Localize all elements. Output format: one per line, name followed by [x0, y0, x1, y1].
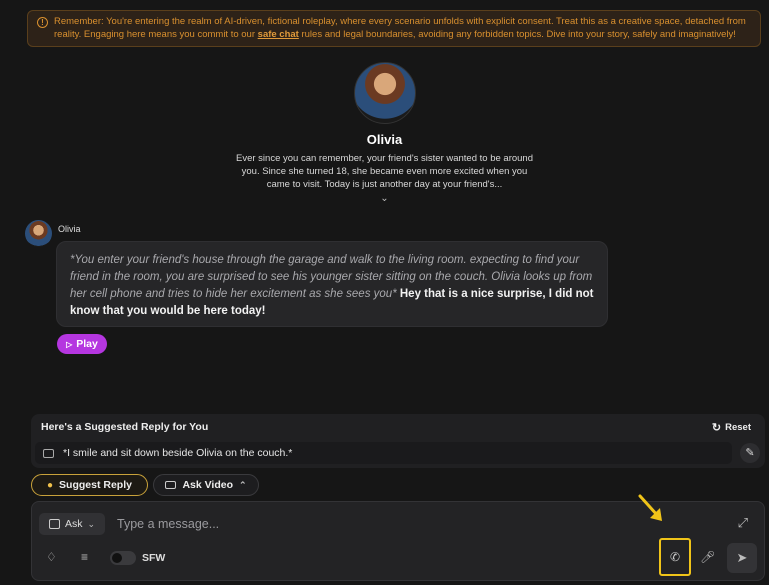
callout-arrow-icon: [638, 494, 662, 521]
ask-dropdown[interactable]: Ask ⌄: [39, 513, 105, 535]
edit-button[interactable]: ✎: [740, 443, 760, 463]
message-sender: Olivia: [58, 224, 81, 234]
lightbulb-icon: ●: [47, 479, 54, 491]
refresh-icon: ↻: [711, 422, 722, 434]
message-bubble: *You enter your friend's house through t…: [56, 241, 608, 327]
microphone-icon[interactable]: 🎤︎: [700, 550, 715, 564]
chevron-down-icon: ⌄: [87, 518, 96, 529]
character-name: Olivia: [366, 132, 403, 147]
toggle-knob: [112, 553, 122, 563]
suggested-reply-title: Here's a Suggested Reply for You: [41, 421, 209, 433]
settings-sliders-icon[interactable]: ≡: [81, 550, 88, 564]
ask-video-button[interactable]: Ask Video ⌃: [153, 474, 259, 496]
suggested-reply-content: *I smile and sit down beside Olivia on t…: [63, 447, 293, 459]
warning-icon: !: [37, 17, 48, 28]
chevron-up-icon: ⌃: [239, 479, 247, 490]
play-button[interactable]: ▷ Play: [57, 334, 107, 354]
sfw-label: SFW: [142, 552, 166, 564]
banner-text-end: rules and legal boundaries, avoiding any…: [298, 29, 736, 40]
suggested-reply-panel: Here's a Suggested Reply for You ↻ Reset…: [31, 414, 765, 468]
reset-label: Reset: [725, 422, 751, 433]
message-avatar: [25, 220, 52, 247]
character-profile: Olivia Ever since you can remember, your…: [0, 62, 769, 204]
suggested-reply-text[interactable]: *I smile and sit down beside Olivia on t…: [35, 442, 732, 464]
pencil-icon: ✎: [745, 447, 755, 459]
tag-icon[interactable]: ♢: [46, 550, 57, 564]
safe-chat-link[interactable]: safe chat: [258, 29, 299, 40]
message-input[interactable]: [117, 515, 617, 533]
play-icon: ▷: [66, 339, 73, 349]
chevron-down-icon[interactable]: ⌄: [0, 193, 769, 204]
character-description: Ever since you can remember, your friend…: [236, 153, 533, 190]
play-label: Play: [76, 338, 98, 350]
video-camera-icon: [165, 481, 177, 489]
suggest-reply-button[interactable]: ● Suggest Reply: [31, 474, 148, 496]
ask-video-label: Ask Video: [182, 479, 234, 491]
ask-label: Ask: [64, 518, 83, 530]
chat-bubble-icon: [43, 448, 54, 458]
suggest-reply-label: Suggest Reply: [59, 479, 132, 491]
phone-call-button[interactable]: ✆: [659, 538, 691, 576]
phone-icon: ✆: [669, 550, 681, 564]
send-icon: ➤: [736, 550, 748, 565]
consent-banner: ! Remember: You're entering the realm of…: [27, 10, 761, 47]
send-button[interactable]: ➤: [727, 543, 757, 573]
reset-button[interactable]: ↻ Reset: [712, 421, 751, 434]
expand-icon[interactable]: ⤢: [738, 515, 748, 531]
sfw-toggle[interactable]: [110, 551, 136, 565]
image-icon: [48, 519, 60, 529]
character-avatar: [353, 62, 416, 124]
